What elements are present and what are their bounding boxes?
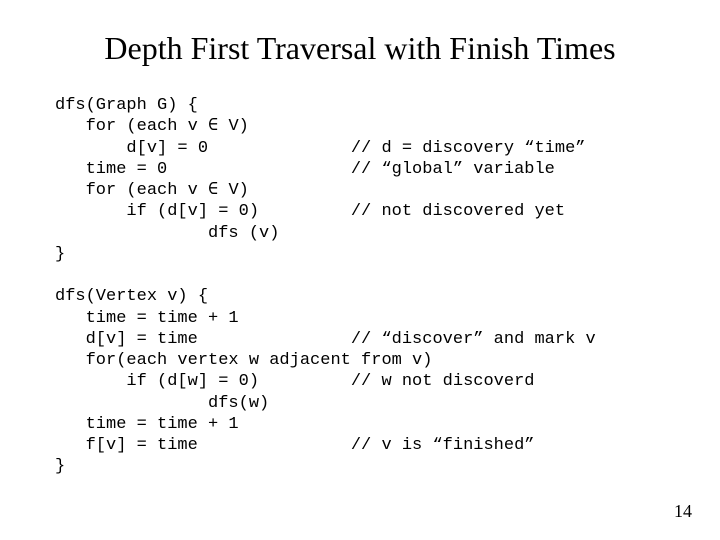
slide-title: Depth First Traversal with Finish Times bbox=[0, 30, 720, 67]
slide: Depth First Traversal with Finish Times … bbox=[0, 0, 720, 540]
code-block: dfs(Graph G) { for (each v ∈ V) d[v] = 0… bbox=[55, 95, 596, 478]
page-number: 14 bbox=[674, 501, 692, 522]
